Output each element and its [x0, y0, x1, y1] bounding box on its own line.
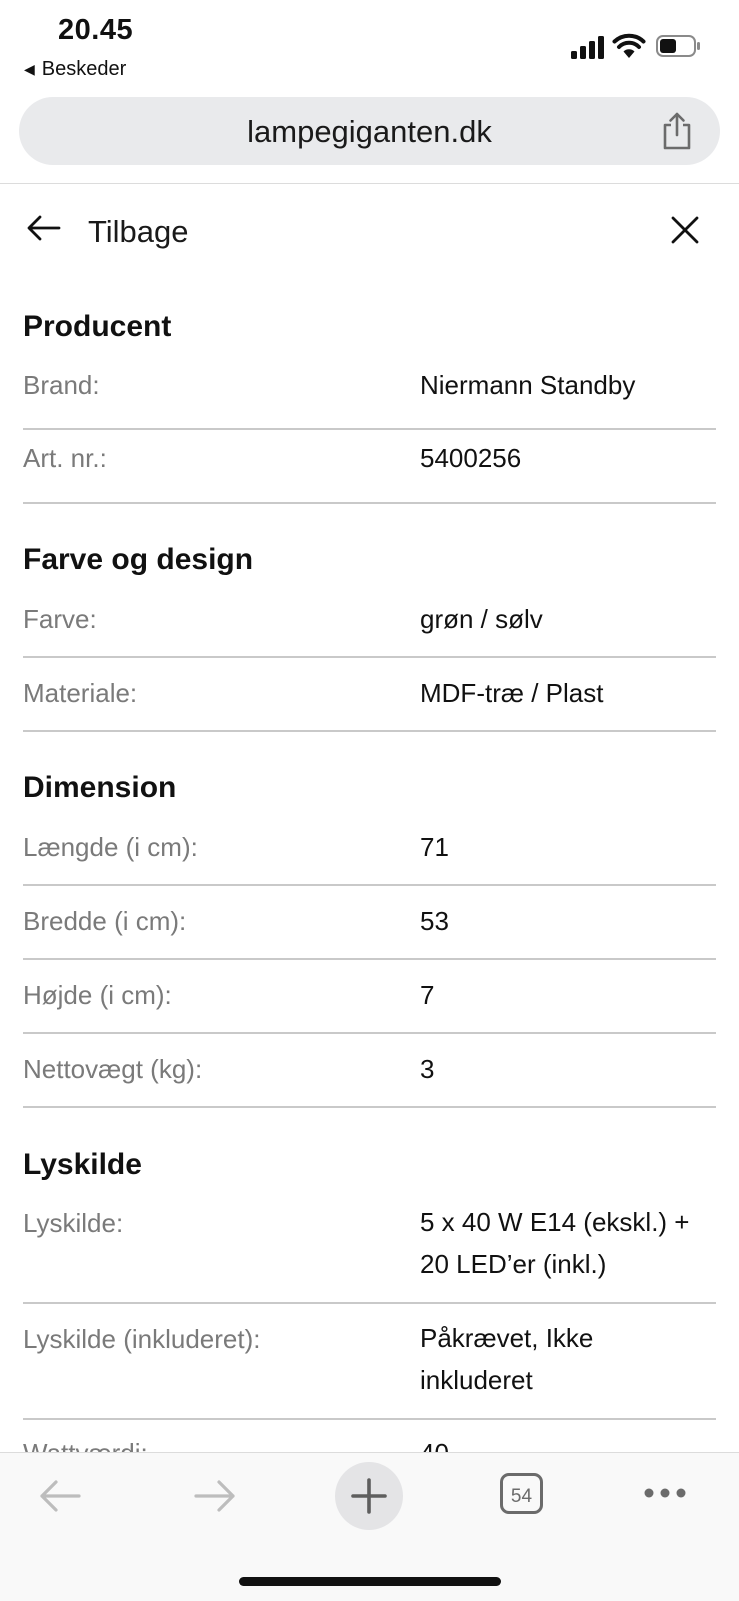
- spec-label-art-nr: Art. nr.:: [23, 443, 107, 473]
- back-triangle-icon: ◀: [24, 61, 35, 77]
- row-divider: [23, 428, 716, 430]
- spec-label-bredde: Bredde (i cm):: [23, 906, 187, 936]
- more-icon[interactable]: [643, 1487, 687, 1499]
- close-icon[interactable]: [670, 215, 700, 245]
- spec-label-lyskilde: Lyskilde:: [23, 1208, 124, 1238]
- spec-label-brand: Brand:: [23, 370, 100, 400]
- spec-value-art-nr: 5400256: [420, 443, 522, 473]
- spec-value-farve: grøn / sølv: [420, 604, 543, 634]
- back-arrow-icon[interactable]: [26, 214, 62, 242]
- spec-value-bredde: 53: [420, 906, 449, 936]
- tab-switcher-button[interactable]: 54: [500, 1473, 543, 1514]
- new-tab-button[interactable]: [335, 1462, 403, 1530]
- spec-value-laengde: 71: [420, 832, 449, 862]
- row-divider: [23, 1302, 716, 1304]
- row-divider: [23, 1032, 716, 1034]
- url-text: lampegiganten.dk: [247, 114, 492, 149]
- row-divider: [23, 656, 716, 658]
- home-indicator[interactable]: [239, 1577, 501, 1586]
- back-button-label[interactable]: Tilbage: [88, 214, 189, 250]
- section-title-lyskilde: Lyskilde: [23, 1148, 142, 1181]
- section-title-farve-og-design: Farve og design: [23, 543, 254, 576]
- spec-label-hojde: Højde (i cm):: [23, 980, 172, 1010]
- wifi-icon: [612, 33, 646, 58]
- battery-icon: [656, 35, 700, 57]
- row-divider: [23, 1418, 716, 1420]
- section-title-producent: Producent: [23, 310, 172, 343]
- spec-label-materiale: Materiale:: [23, 678, 138, 708]
- status-time: 20.45: [58, 14, 134, 46]
- address-bar[interactable]: lampegiganten.dk: [19, 97, 720, 165]
- spec-value-hojde: 7: [420, 980, 435, 1010]
- header-divider: [0, 183, 739, 184]
- spec-value-lyskilde-inkluderet: Påkrævet, Ikke inkluderet: [420, 1323, 594, 1395]
- browser-forward-icon[interactable]: [193, 1479, 237, 1513]
- row-divider: [23, 730, 716, 732]
- browser-back-icon[interactable]: [38, 1479, 82, 1513]
- cellular-signal-icon: [571, 36, 604, 59]
- spec-value-lyskilde: 5 x 40 W E14 (ekskl.) + 20 LED’er (inkl.…: [420, 1207, 690, 1279]
- back-app-label: Beskeder: [41, 58, 127, 80]
- share-icon[interactable]: [660, 111, 694, 151]
- section-title-dimension: Dimension: [23, 771, 177, 804]
- spec-label-lyskilde-inkluderet: Lyskilde (inkluderet):: [23, 1324, 261, 1354]
- row-divider: [23, 884, 716, 886]
- status-bar: 20.45 ◀ Beskeder: [0, 0, 739, 92]
- spec-label-nettovaegt: Nettovægt (kg):: [23, 1054, 203, 1084]
- row-divider: [23, 1106, 716, 1108]
- row-divider: [23, 958, 716, 960]
- spec-value-nettovaegt: 3: [420, 1054, 435, 1084]
- spec-label-laengde: Længde (i cm):: [23, 832, 198, 862]
- spec-value-materiale: MDF-træ / Plast: [420, 678, 604, 708]
- back-to-app-link[interactable]: ◀ Beskeder: [24, 58, 126, 81]
- row-divider: [23, 502, 716, 504]
- spec-value-brand: Niermann Standby: [420, 370, 636, 400]
- spec-label-farve: Farve:: [23, 604, 97, 634]
- plus-icon: [351, 1478, 387, 1514]
